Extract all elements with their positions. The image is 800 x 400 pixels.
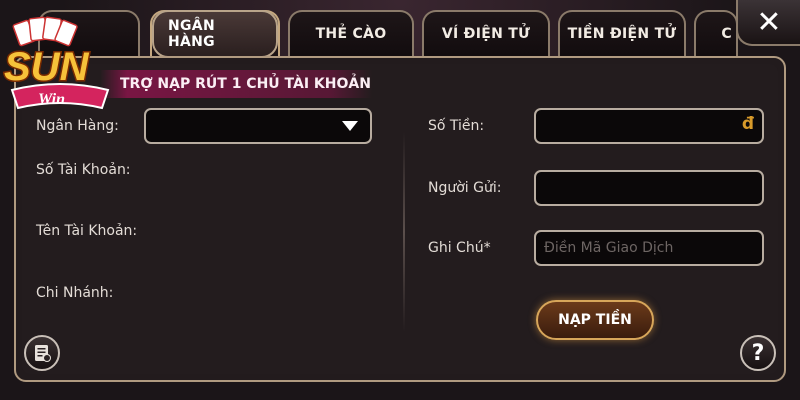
note-input[interactable]: Điền Mã Giao Dịch bbox=[534, 230, 764, 266]
tab-e-wallet-label: VÍ ĐIỆN TỬ bbox=[441, 26, 531, 42]
column-divider bbox=[403, 132, 405, 332]
promo-banner-text: TRỢ NẠP RÚT 1 CHỦ TÀI KHOẢN bbox=[120, 76, 371, 92]
amount-label: Số Tiền: bbox=[428, 118, 485, 134]
chevron-down-icon bbox=[342, 121, 358, 131]
history-button[interactable] bbox=[24, 335, 60, 371]
branch-label: Chi Nhánh: bbox=[36, 285, 114, 301]
help-button[interactable]: ? bbox=[740, 335, 776, 371]
sunwin-logo: SUN Win bbox=[0, 14, 122, 118]
form-panel bbox=[14, 56, 786, 382]
bank-label: Ngân Hàng: bbox=[36, 118, 119, 134]
history-icon bbox=[35, 345, 51, 362]
sender-input[interactable] bbox=[534, 170, 764, 206]
promo-banner: TRỢ NẠP RÚT 1 CHỦ TÀI KHOẢN bbox=[100, 70, 372, 98]
note-placeholder: Điền Mã Giao Dịch bbox=[544, 240, 674, 256]
tab-bank[interactable]: NGÂN HÀNG bbox=[150, 10, 280, 58]
amount-input[interactable]: đ bbox=[534, 108, 764, 144]
tab-crypto-label: TIỀN ĐIỆN TỬ bbox=[567, 26, 677, 42]
tab-more-label: C bbox=[721, 26, 732, 42]
deposit-button-label: NẠP TIỀN bbox=[558, 312, 632, 328]
logo-subtext: Win bbox=[38, 91, 65, 108]
sender-label: Người Gửi: bbox=[428, 180, 502, 196]
tab-scratch-card-label: THẺ CÀO bbox=[315, 26, 387, 42]
close-icon: ✕ bbox=[756, 4, 782, 40]
bank-select[interactable] bbox=[144, 108, 372, 144]
note-label: Ghi Chú* bbox=[428, 240, 491, 256]
close-button[interactable]: ✕ bbox=[736, 0, 800, 46]
help-icon: ? bbox=[751, 340, 765, 366]
deposit-button[interactable]: NẠP TIỀN bbox=[536, 300, 654, 340]
tab-crypto[interactable]: TIỀN ĐIỆN TỬ bbox=[558, 10, 686, 56]
tab-scratch-card[interactable]: THẺ CÀO bbox=[288, 10, 414, 56]
currency-symbol: đ bbox=[741, 114, 754, 134]
tab-bank-label: NGÂN HÀNG bbox=[152, 10, 278, 58]
playing-cards-icon bbox=[12, 16, 78, 47]
account-name-label: Tên Tài Khoản: bbox=[36, 223, 138, 239]
tab-e-wallet[interactable]: VÍ ĐIỆN TỬ bbox=[422, 10, 550, 56]
account-number-label: Số Tài Khoản: bbox=[36, 162, 131, 178]
logo-text: SUN bbox=[4, 45, 90, 89]
tab-more[interactable]: C bbox=[694, 10, 738, 56]
